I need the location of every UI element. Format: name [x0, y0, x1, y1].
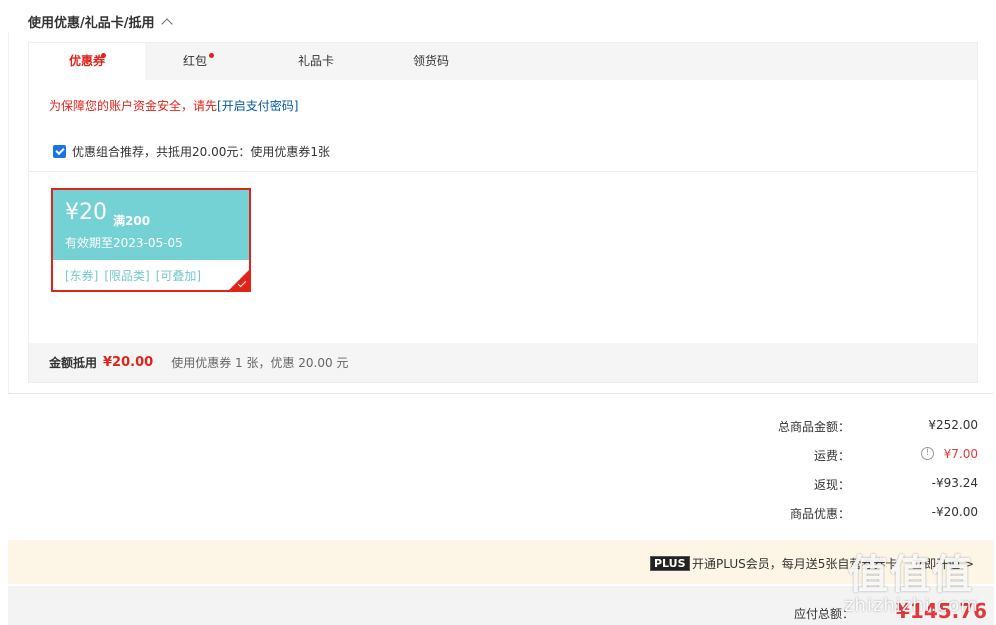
- recommend-checkbox[interactable]: [53, 145, 66, 158]
- coupon-header: ¥20 满200 有效期至2023-05-05: [53, 190, 249, 260]
- notification-dot: [101, 53, 106, 58]
- watermark-logo: 值值值: [848, 552, 974, 598]
- deduction-desc: 使用优惠券 1 张，优惠 20.00 元: [171, 356, 349, 370]
- deduction-value: ¥20.00: [103, 355, 154, 370]
- section-border-bottom: [8, 393, 994, 394]
- total-row: 商品优惠： -¥20.00: [718, 505, 978, 534]
- order-totals: 总商品金额： ¥252.00 运费： ! ¥7.00 返现： -¥93.24 商…: [718, 418, 978, 534]
- total-label: 返现：: [813, 478, 850, 492]
- total-value: -¥93.24: [931, 476, 978, 490]
- section-title: 使用优惠/礼品卡/抵用: [28, 16, 155, 31]
- discount-panel: 优惠券 红包 礼品卡 领货码 为保障您的账户资金安全，请先[开启支付密码] 优惠…: [28, 42, 978, 383]
- chevron-up-icon[interactable]: [160, 17, 173, 30]
- total-value: ¥7.00: [943, 447, 978, 461]
- coupon-tag: [可叠加]: [155, 269, 202, 283]
- total-row: 总商品金额： ¥252.00: [718, 418, 978, 447]
- deduction-summary: 金额抵用 ¥20.00 使用优惠券 1 张，优惠 20.00 元: [29, 343, 977, 382]
- coupon-tag: [东券]: [65, 269, 99, 283]
- tab-gift-cards[interactable]: 礼品卡: [261, 43, 371, 80]
- total-label: 运费：: [813, 449, 850, 463]
- tab-pickup-codes[interactable]: 领货码: [379, 43, 483, 80]
- total-value: ¥252.00: [928, 418, 978, 432]
- tab-label: 领货码: [412, 54, 449, 68]
- recommend-option[interactable]: 优惠组合推荐，共抵用20.00元：使用优惠券1张: [53, 143, 330, 160]
- tab-label: 红包: [182, 54, 207, 68]
- coupon-expiry: 有效期至2023-05-05: [65, 236, 183, 250]
- watermark: 值值值 zhizhizhi.com: [844, 540, 994, 620]
- tab-coupons[interactable]: 优惠券: [29, 43, 145, 80]
- selected-corner: [229, 270, 249, 290]
- total-label: 总商品金额：: [777, 420, 850, 434]
- notification-dot: [209, 53, 214, 58]
- total-label: 商品优惠：: [789, 507, 850, 521]
- tab-label: 礼品卡: [297, 54, 334, 68]
- coupon-condition: 满200: [113, 214, 151, 228]
- enable-pay-password-link[interactable]: [开启支付密码]: [217, 99, 298, 113]
- warning-text: 为保障您的账户资金安全，请先: [49, 99, 218, 113]
- coupon-tags: [东券] [限品类] [可叠加]: [65, 267, 207, 284]
- watermark-site: zhizhizhi.com: [844, 595, 979, 616]
- divider: [29, 171, 977, 172]
- deduction-label: 金额抵用: [49, 356, 98, 370]
- info-icon[interactable]: !: [921, 447, 934, 460]
- section-border-left: [8, 32, 9, 394]
- section-header[interactable]: 使用优惠/礼品卡/抵用: [28, 12, 173, 31]
- coupon-amount: ¥20: [65, 200, 107, 225]
- recommend-text: 优惠组合推荐，共抵用20.00元：使用优惠券1张: [72, 145, 330, 159]
- tab-bar: 优惠券 红包 礼品卡 领货码: [29, 43, 977, 80]
- total-value: -¥20.00: [931, 505, 978, 519]
- plus-badge: PLUS: [650, 556, 690, 571]
- coupon-card[interactable]: ¥20 满200 有效期至2023-05-05 [东券] [限品类] [可叠加]: [51, 188, 251, 292]
- tab-red-packets[interactable]: 红包: [145, 43, 245, 80]
- security-warning: 为保障您的账户资金安全，请先[开启支付密码]: [49, 97, 298, 114]
- total-row: 返现： -¥93.24: [718, 476, 978, 505]
- tab-label: 优惠券: [68, 54, 105, 68]
- total-row: 运费： ! ¥7.00: [718, 447, 978, 476]
- coupon-tag: [限品类]: [104, 269, 150, 283]
